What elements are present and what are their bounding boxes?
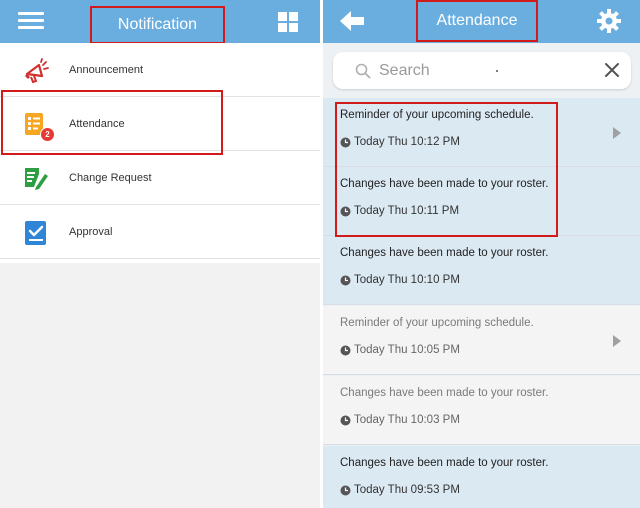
page-title: Attendance — [416, 0, 538, 42]
top-bar: Attendance — [323, 0, 640, 43]
notification-message: Changes have been made to your roster. — [340, 387, 549, 399]
notification-time: Today Thu 10:05 PM — [340, 344, 460, 356]
time-text: Today Thu 10:05 PM — [354, 344, 460, 356]
menu-item-label: Approval — [69, 226, 113, 238]
chevron-right-icon[interactable] — [612, 334, 622, 348]
hamburger-menu-icon[interactable] — [18, 12, 44, 30]
menu-item-label: Change Request — [69, 172, 152, 184]
notification-row[interactable]: Changes have been made to your roster. T… — [323, 446, 640, 508]
close-icon[interactable] — [603, 61, 621, 79]
notification-message: Changes have been made to your roster. — [340, 247, 549, 259]
notification-screen: Notification Announcement 2 Attendance C… — [0, 0, 320, 508]
menu-item-change-request[interactable]: Change Request — [0, 151, 320, 205]
edit-document-icon — [25, 168, 48, 190]
page-title: Notification — [90, 6, 225, 44]
search-bar — [333, 52, 631, 89]
menu-item-approval[interactable]: Approval — [0, 205, 320, 259]
megaphone-icon — [25, 58, 49, 84]
notification-time: Today Thu 09:53 PM — [340, 484, 460, 496]
notification-message: Changes have been made to your roster. — [340, 457, 549, 469]
notification-row[interactable]: Reminder of your upcoming schedule. Toda… — [323, 306, 640, 375]
top-bar: Notification — [0, 0, 320, 44]
clock-icon — [340, 275, 351, 285]
search-input[interactable] — [379, 58, 579, 83]
notification-row[interactable]: Changes have been made to your roster. T… — [323, 376, 640, 445]
notification-message: Reminder of your upcoming schedule. — [340, 317, 534, 329]
menu-item-announcement[interactable]: Announcement — [0, 43, 320, 97]
gear-icon[interactable] — [596, 8, 622, 34]
notification-row[interactable]: Changes have been made to your roster. T… — [323, 236, 640, 305]
time-text: Today Thu 10:03 PM — [354, 414, 460, 426]
back-arrow-icon[interactable] — [339, 10, 365, 32]
menu-item-label: Announcement — [69, 64, 143, 76]
search-cursor-dot — [496, 70, 498, 72]
attendance-highlight-box — [1, 90, 223, 155]
search-icon — [355, 63, 371, 79]
time-text: Today Thu 09:53 PM — [354, 484, 460, 496]
attendance-screen: Attendance Reminder of your upcoming — [323, 0, 640, 508]
check-clipboard-icon — [25, 221, 46, 245]
notification-time: Today Thu 10:10 PM — [340, 274, 460, 286]
recent-notifications-highlight-box — [335, 102, 558, 237]
grid-view-icon[interactable] — [278, 12, 298, 32]
chevron-right-icon[interactable] — [612, 126, 622, 140]
clock-icon — [340, 485, 351, 495]
clock-icon — [340, 415, 351, 425]
notification-time: Today Thu 10:03 PM — [340, 414, 460, 426]
time-text: Today Thu 10:10 PM — [354, 274, 460, 286]
clock-icon — [340, 345, 351, 355]
